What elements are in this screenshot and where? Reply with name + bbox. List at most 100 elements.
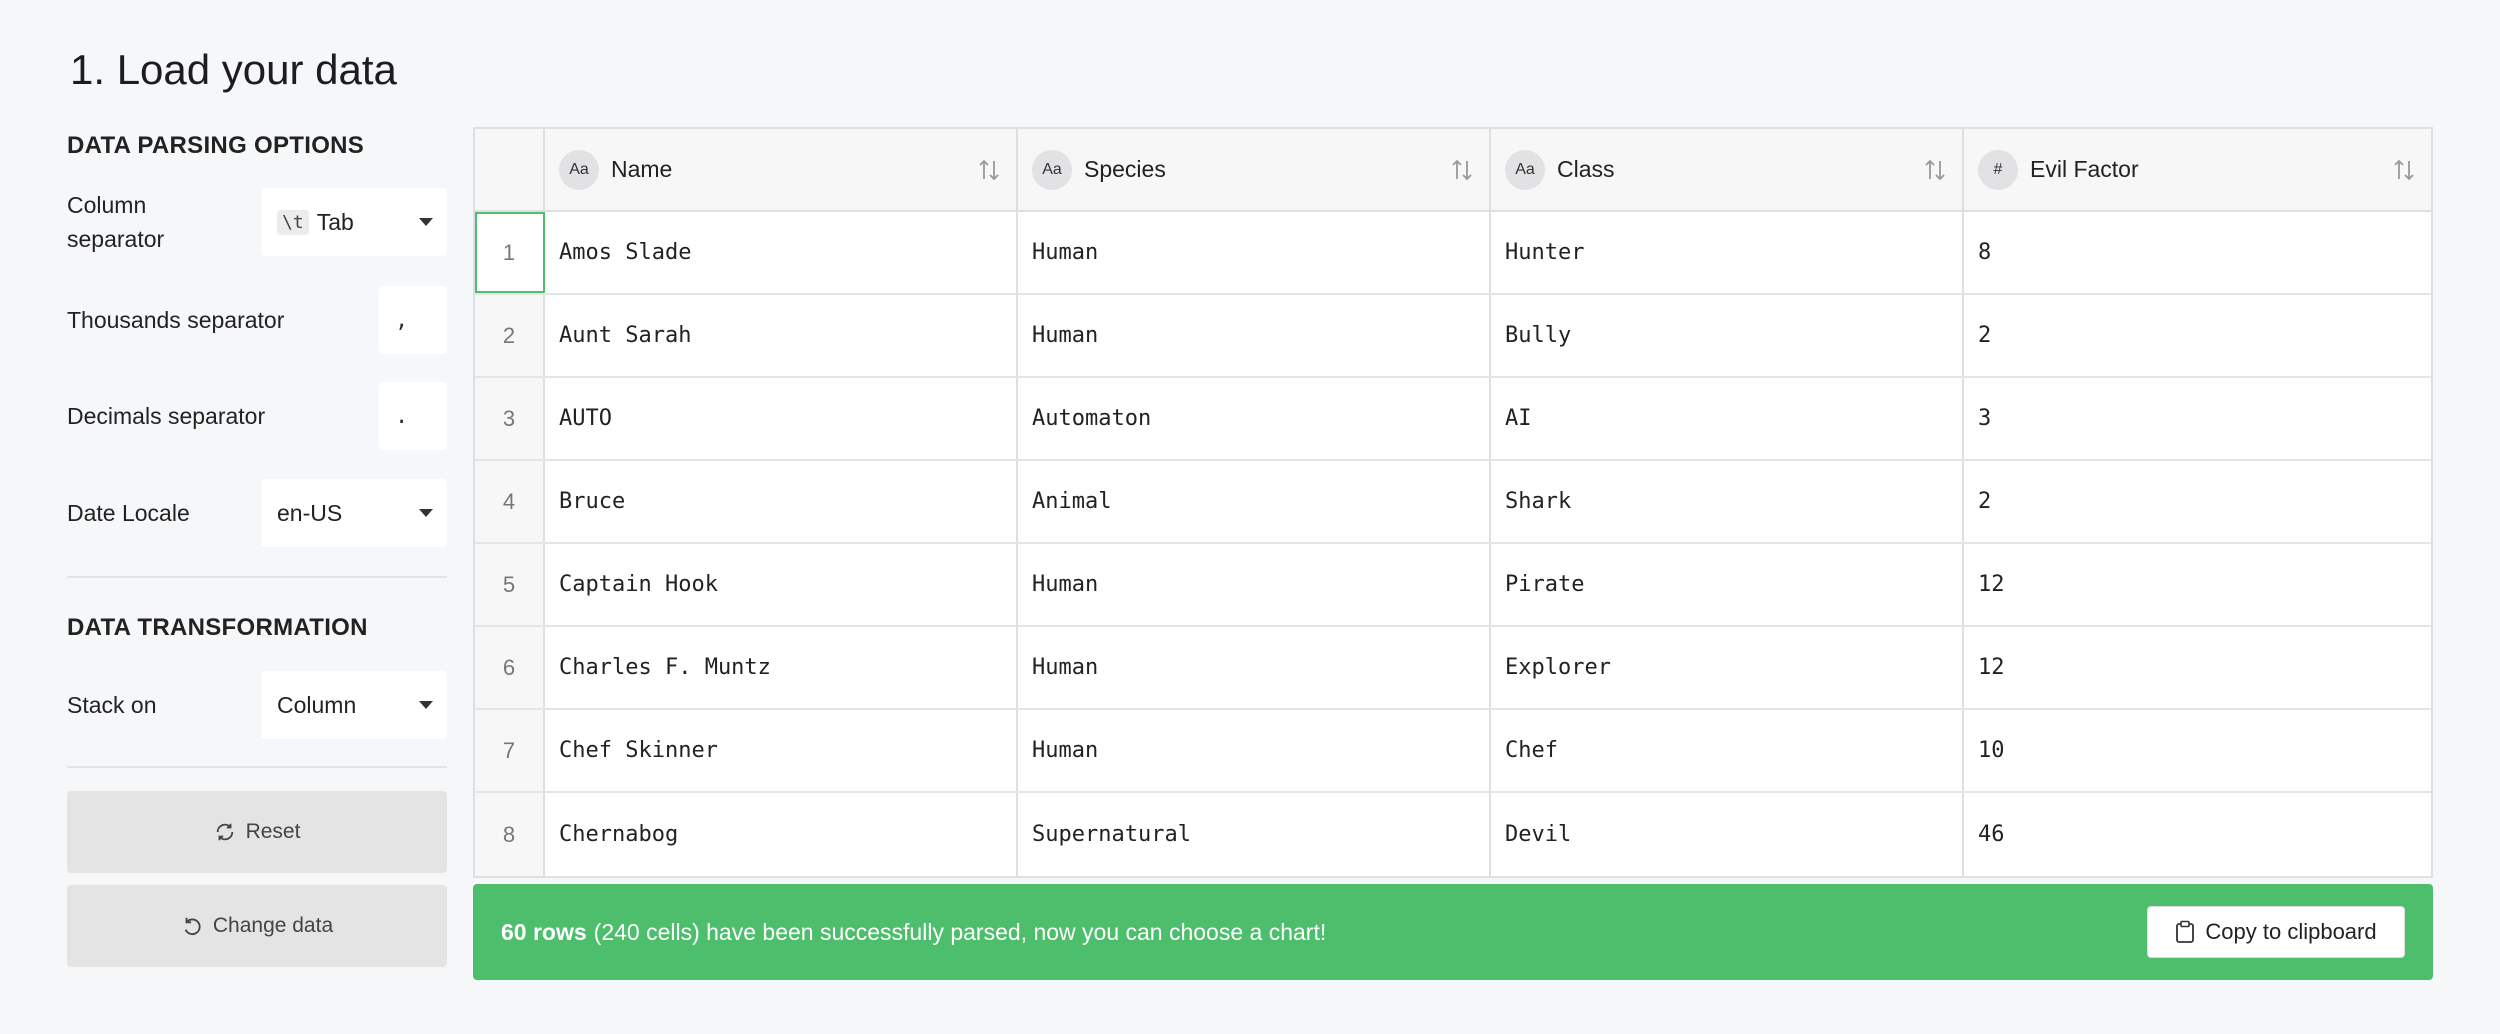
- banner-message: (240 cells) have been successfully parse…: [593, 918, 1327, 945]
- table-cell[interactable]: 8: [1964, 212, 2431, 293]
- stack-on-label: Stack on: [67, 692, 157, 718]
- table-cell[interactable]: Animal: [1018, 461, 1491, 542]
- column-header-species[interactable]: Aa Species: [1018, 129, 1491, 210]
- column-header-label: Name: [611, 156, 673, 182]
- table-cell[interactable]: 12: [1964, 627, 2431, 708]
- table-cell[interactable]: Explorer: [1491, 627, 1964, 708]
- table-cell[interactable]: Human: [1018, 627, 1491, 708]
- divider: [67, 766, 447, 768]
- data-grid: Aa Name Aa Species Aa Class # Evil Facto…: [473, 127, 2433, 878]
- table-cell[interactable]: Hunter: [1491, 212, 1964, 293]
- page-title: 1. Load your data: [70, 46, 397, 93]
- table-cell[interactable]: Human: [1018, 544, 1491, 625]
- row-number[interactable]: 3: [475, 378, 545, 459]
- text-type-icon: Aa: [1032, 149, 1072, 190]
- table-row: 6 Charles F. Muntz Human Explorer 12: [475, 627, 2431, 710]
- table-cell[interactable]: Amos Slade: [545, 212, 1018, 293]
- table-cell[interactable]: Bully: [1491, 295, 1964, 376]
- column-header-label: Evil Factor: [2030, 156, 2139, 182]
- table-row: 7 Chef Skinner Human Chef 10: [475, 710, 2431, 793]
- clipboard-icon: [2176, 920, 2195, 943]
- table-cell[interactable]: Automaton: [1018, 378, 1491, 459]
- thousands-separator-input[interactable]: ,: [379, 286, 447, 354]
- date-locale-select[interactable]: en-US: [261, 479, 447, 547]
- divider: [67, 576, 447, 578]
- table-cell[interactable]: 12: [1964, 544, 2431, 625]
- table-cell[interactable]: Pirate: [1491, 544, 1964, 625]
- table-cell[interactable]: Shark: [1491, 461, 1964, 542]
- row-number-header: [475, 129, 545, 210]
- row-number[interactable]: 5: [475, 544, 545, 625]
- refresh-icon: [216, 823, 233, 841]
- column-header-name[interactable]: Aa Name: [545, 129, 1018, 210]
- date-locale-row: Date Locale en-US: [67, 479, 447, 547]
- table-cell[interactable]: Devil: [1491, 793, 1964, 876]
- stack-on-row: Stack on Column: [67, 671, 447, 739]
- grid-header: Aa Name Aa Species Aa Class # Evil Facto…: [475, 129, 2431, 212]
- sort-icon[interactable]: [978, 157, 1000, 183]
- row-number[interactable]: 4: [475, 461, 545, 542]
- table-cell[interactable]: 46: [1964, 793, 2431, 876]
- table-row: 4 Bruce Animal Shark 2: [475, 461, 2431, 544]
- table-row: 2 Aunt Sarah Human Bully 2: [475, 295, 2431, 378]
- table-row: 5 Captain Hook Human Pirate 12: [475, 544, 2431, 627]
- table-cell[interactable]: Captain Hook: [545, 544, 1018, 625]
- table-cell[interactable]: Bruce: [545, 461, 1018, 542]
- table-row: 3 AUTO Automaton AI 3: [475, 378, 2431, 461]
- table-cell[interactable]: Chernabog: [545, 793, 1018, 876]
- stack-on-value: Column: [277, 691, 357, 718]
- table-cell[interactable]: 3: [1964, 378, 2431, 459]
- table-cell[interactable]: Aunt Sarah: [545, 295, 1018, 376]
- column-separator-select[interactable]: \t Tab: [261, 188, 447, 256]
- number-type-icon: #: [1978, 149, 2018, 190]
- table-cell[interactable]: Human: [1018, 710, 1491, 791]
- date-locale-value: en-US: [277, 499, 343, 526]
- row-number[interactable]: 1: [475, 212, 545, 293]
- text-type-icon: Aa: [559, 149, 599, 190]
- decimals-separator-input[interactable]: .: [379, 382, 447, 450]
- parse-success-banner: 60 rows (240 cells) have been successful…: [473, 884, 2433, 980]
- caret-down-icon: [419, 701, 433, 709]
- table-cell[interactable]: Charles F. Muntz: [545, 627, 1018, 708]
- table-cell[interactable]: Human: [1018, 212, 1491, 293]
- transformation-section-title: DATA TRANSFORMATION: [67, 614, 368, 641]
- table-cell[interactable]: Supernatural: [1018, 793, 1491, 876]
- caret-down-icon: [419, 509, 433, 517]
- copy-label: Copy to clipboard: [2205, 919, 2377, 944]
- table-cell[interactable]: Chef: [1491, 710, 1964, 791]
- caret-down-icon: [419, 218, 433, 226]
- column-header-evil-factor[interactable]: # Evil Factor: [1964, 129, 2431, 210]
- table-cell[interactable]: 2: [1964, 461, 2431, 542]
- table-cell[interactable]: 10: [1964, 710, 2431, 791]
- sort-icon[interactable]: [1924, 157, 1946, 183]
- row-number[interactable]: 8: [475, 793, 545, 876]
- column-header-label: Class: [1557, 156, 1615, 182]
- copy-to-clipboard-button[interactable]: Copy to clipboard: [2147, 906, 2405, 958]
- row-number[interactable]: 7: [475, 710, 545, 791]
- rows-count: 60 rows: [501, 918, 587, 945]
- row-number[interactable]: 6: [475, 627, 545, 708]
- table-cell[interactable]: Chef Skinner: [545, 710, 1018, 791]
- change-data-button[interactable]: Change data: [67, 885, 447, 967]
- table-cell[interactable]: AI: [1491, 378, 1964, 459]
- table-cell[interactable]: Human: [1018, 295, 1491, 376]
- column-header-class[interactable]: Aa Class: [1491, 129, 1964, 210]
- sort-icon[interactable]: [1451, 157, 1473, 183]
- decimals-separator-label: Decimals separator: [67, 403, 266, 429]
- stack-on-select[interactable]: Column: [261, 671, 447, 739]
- column-separator-value: Tab: [316, 208, 354, 235]
- change-data-label: Change data: [212, 914, 334, 937]
- parsing-section-title: DATA PARSING OPTIONS: [67, 132, 365, 159]
- row-number[interactable]: 2: [475, 295, 545, 376]
- table-cell[interactable]: 2: [1964, 295, 2431, 376]
- reset-button[interactable]: Reset: [67, 791, 447, 873]
- text-type-icon: Aa: [1505, 149, 1545, 190]
- tab-code: \t: [277, 209, 309, 235]
- table-cell[interactable]: AUTO: [545, 378, 1018, 459]
- column-header-label: Species: [1084, 156, 1166, 182]
- table-row: 1 Amos Slade Human Hunter 8: [475, 212, 2431, 295]
- reset-label: Reset: [245, 820, 301, 843]
- column-separator-label: Column separator: [67, 192, 165, 252]
- thousands-separator-label: Thousands separator: [67, 307, 285, 333]
- sort-icon[interactable]: [2393, 157, 2415, 183]
